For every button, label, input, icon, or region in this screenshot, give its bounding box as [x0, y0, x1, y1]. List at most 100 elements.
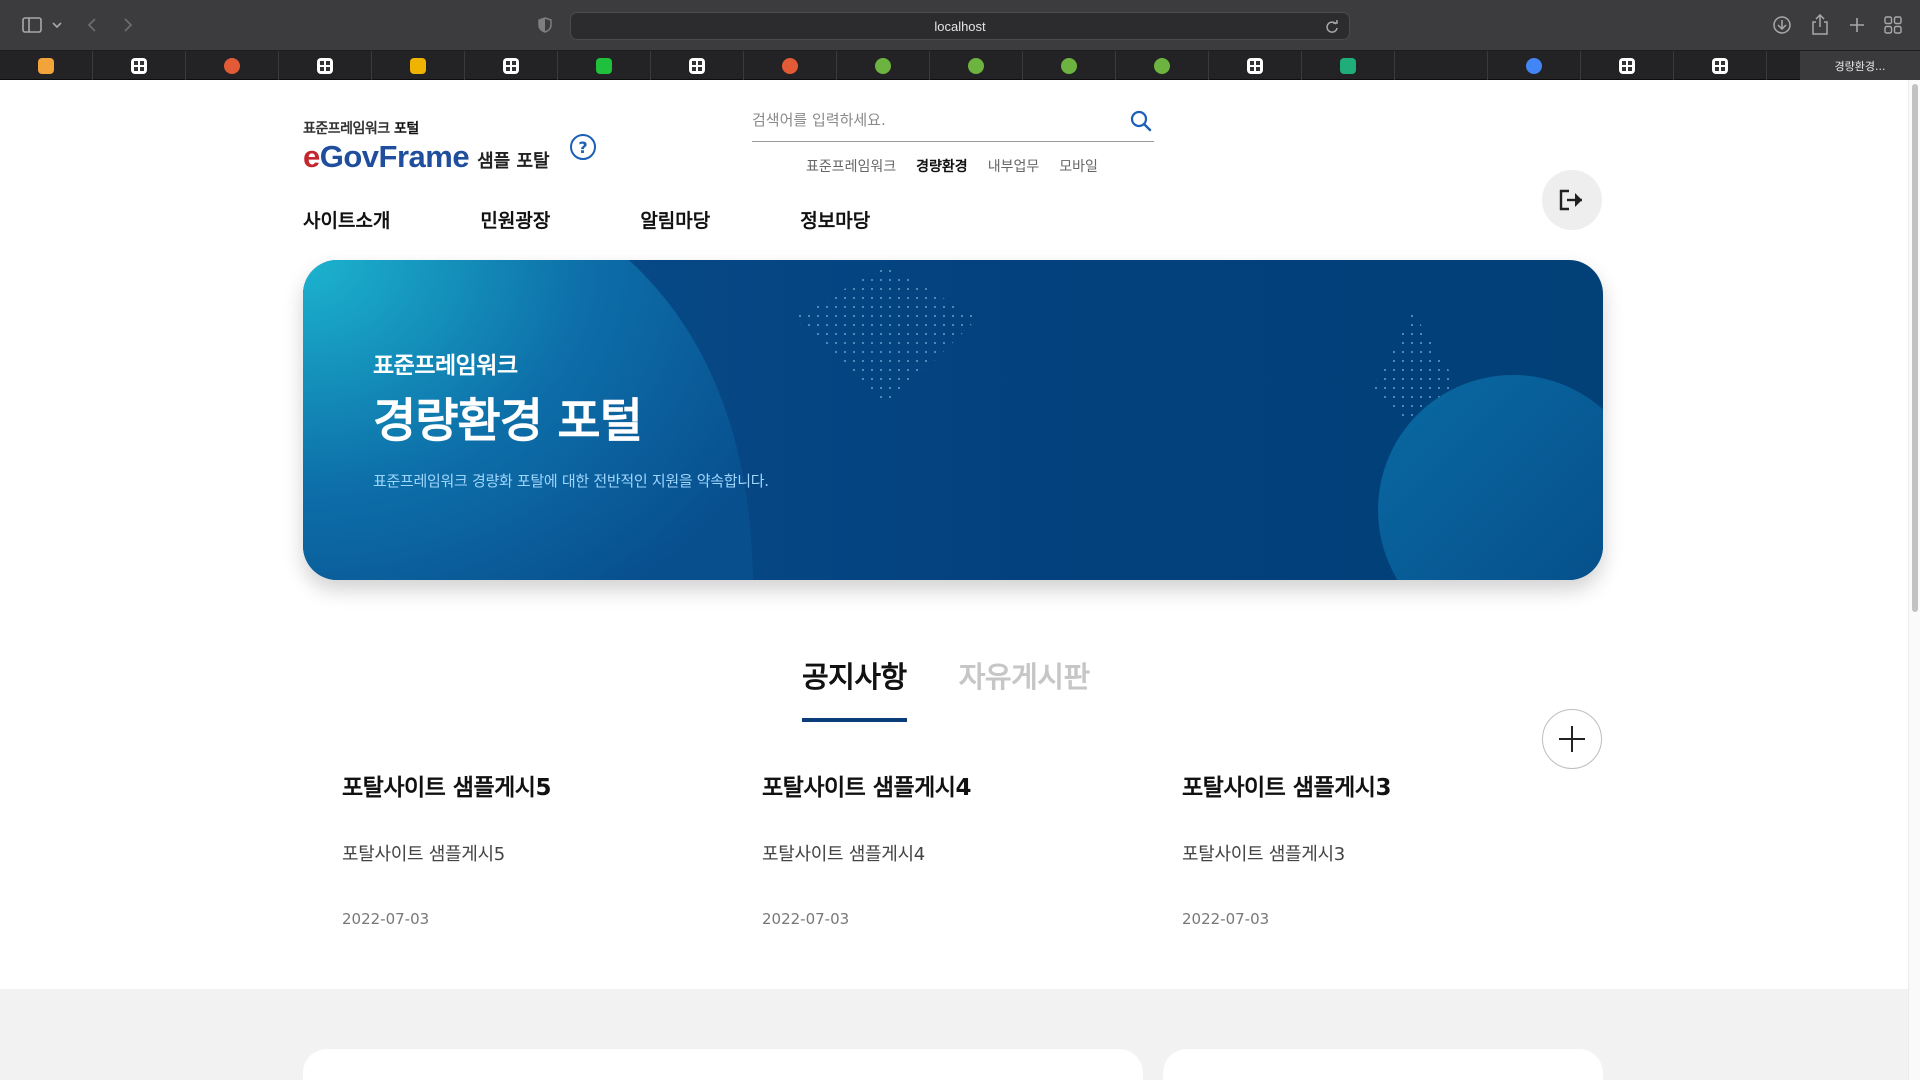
d-logo-icon: [410, 57, 426, 74]
sidebar-toggle-icon[interactable]: [20, 13, 44, 37]
post-card[interactable]: 포탈사이트 샘플게시3 포탈사이트 샘플게시3 2022-07-03: [1182, 768, 1542, 928]
gnb-item[interactable]: 알림마당: [640, 206, 710, 233]
grid-app-icon: [1712, 57, 1728, 74]
post-date: 2022-07-03: [1182, 910, 1270, 928]
page-scrollbar[interactable]: [1908, 80, 1920, 1080]
content-panel-right: [1163, 1049, 1603, 1080]
bookmark-item[interactable]: [279, 51, 372, 80]
bookmark-item[interactable]: [1302, 51, 1395, 80]
gnb-item[interactable]: 민원광장: [480, 206, 550, 233]
v-logo-icon: [1340, 57, 1356, 74]
post-body: 포탈사이트 샘플게시5: [342, 844, 505, 865]
post-title[interactable]: 포탈사이트 샘플게시3: [1182, 768, 1542, 802]
orange-square-icon: [38, 57, 54, 74]
favorites-bar: 경량환경...: [0, 51, 1920, 80]
more-button[interactable]: [1542, 709, 1602, 769]
active-tab-title: 경량환경...: [1834, 59, 1886, 73]
sub-navigation: 표준프레임워크 경량환경 내부업무 모바일: [806, 156, 1098, 176]
gnb-item[interactable]: 정보마당: [800, 206, 870, 233]
hero-description: 표준프레임워크 경량화 포탈에 대한 전반적인 지원을 약속합니다.: [373, 472, 769, 490]
scrollbar-thumb[interactable]: [1912, 84, 1918, 612]
grid-app-icon: [503, 57, 519, 74]
bookmark-item[interactable]: [930, 51, 1023, 80]
subnav-item[interactable]: 내부업무: [988, 156, 1040, 176]
new-tab-icon[interactable]: [1846, 13, 1868, 37]
bookmark-item[interactable]: [465, 51, 558, 80]
post-body: 포탈사이트 샘플게시3: [1182, 844, 1345, 865]
striped-flag-icon: [782, 57, 798, 74]
reload-icon[interactable]: [1325, 19, 1339, 38]
logout-icon: [1559, 189, 1582, 211]
search-icon[interactable]: [1130, 110, 1152, 136]
bookmark-item[interactable]: [1488, 51, 1581, 80]
bookmark-item[interactable]: [1395, 51, 1488, 80]
logo-e: e: [303, 139, 320, 174]
grid-app-icon: [689, 57, 705, 74]
address-bar[interactable]: localhost: [570, 12, 1350, 40]
search-input[interactable]: [752, 100, 1112, 140]
post-card[interactable]: 포탈사이트 샘플게시4 포탈사이트 샘플게시4 2022-07-03: [762, 768, 1122, 928]
browser-chrome: localhost 경량환경...: [0, 0, 1920, 80]
board-tab[interactable]: 공지사항: [802, 654, 907, 722]
url-text: localhost: [934, 19, 986, 34]
subnav-item[interactable]: 모바일: [1059, 156, 1098, 176]
spring-leaf-icon: [1061, 57, 1077, 74]
grid-app-icon: [317, 57, 333, 74]
post-card[interactable]: 포탈사이트 샘플게시5 포탈사이트 샘플게시5 2022-07-03: [342, 768, 702, 928]
logo-wordmark: e GovFrame 샘플 포탈: [303, 139, 550, 175]
help-icon[interactable]: ?: [570, 134, 596, 160]
gnb-item[interactable]: 사이트소개: [303, 206, 390, 233]
tab-overview-icon[interactable]: [1882, 13, 1904, 37]
share-icon[interactable]: [1809, 13, 1831, 37]
bookmark-item[interactable]: [744, 51, 837, 80]
active-tab[interactable]: 경량환경...: [1800, 51, 1920, 80]
content-panel-left: [303, 1049, 1143, 1080]
bookmark-item[interactable]: [558, 51, 651, 80]
privacy-shield-icon[interactable]: [538, 17, 552, 37]
grid-app-icon: [1619, 57, 1635, 74]
main-navigation: 사이트소개 민원광장 알림마당 정보마당: [303, 206, 870, 233]
bookmark-item[interactable]: [837, 51, 930, 80]
bookmark-item[interactable]: [1209, 51, 1302, 80]
site-logo[interactable]: 표준프레임워크 포털 e GovFrame 샘플 포탈: [303, 118, 550, 175]
board-tabs: 공지사항 자유게시판: [802, 654, 1090, 722]
logo-subtitle-bold: 포털: [394, 121, 419, 137]
post-title[interactable]: 포탈사이트 샘플게시5: [342, 768, 702, 802]
logo-tail: 샘플 포탈: [477, 151, 550, 172]
bookmark-item[interactable]: [1023, 51, 1116, 80]
bookmark-item[interactable]: [1581, 51, 1674, 80]
bookmark-item[interactable]: [372, 51, 465, 80]
download-icon[interactable]: [1771, 13, 1793, 37]
post-title[interactable]: 포탈사이트 샘플게시4: [762, 768, 1122, 802]
browser-toolbar: localhost: [0, 0, 1920, 51]
back-icon[interactable]: [82, 13, 102, 37]
bookmark-item[interactable]: [1116, 51, 1209, 80]
grid-app-icon: [131, 57, 147, 74]
page: 표준프레임워크 포털 e GovFrame 샘플 포탈 ? 표준프레임워크경량환…: [0, 80, 1908, 1080]
post-body: 포탈사이트 샘플게시4: [762, 844, 925, 865]
subnav-item[interactable]: 표준프레임워크: [806, 156, 896, 176]
bookmark-item[interactable]: [93, 51, 186, 80]
subnav-item[interactable]: 경량환경: [916, 156, 968, 176]
logo-govframe: GovFrame: [319, 139, 470, 174]
post-date: 2022-07-03: [762, 910, 850, 928]
google-g-icon: [1526, 57, 1542, 74]
bookmark-item[interactable]: [651, 51, 744, 80]
hero-banner: 표준프레임워크 경량환경 포털 표준프레임워크 경량화 포탈에 대한 전반적인 …: [303, 260, 1603, 580]
chevron-down-icon[interactable]: [50, 13, 64, 37]
logout-button[interactable]: [1542, 170, 1602, 230]
bookmark-item[interactable]: [0, 51, 93, 80]
board-tab[interactable]: 자유게시판: [959, 654, 1090, 722]
search-box: [752, 100, 1154, 142]
logo-subtitle: 표준프레임워크 포털: [303, 118, 550, 138]
forward-icon[interactable]: [118, 13, 138, 37]
bookmark-item[interactable]: [1674, 51, 1767, 80]
bookmark-item[interactable]: [186, 51, 279, 80]
logo-subtitle-prefix: 표준프레임워크: [303, 121, 390, 137]
hero-title-small: 표준프레임워크: [373, 353, 518, 379]
green-chat-icon: [596, 57, 612, 74]
plus-icon: [1559, 726, 1585, 752]
hero-title-large: 경량환경 포털: [373, 394, 643, 449]
spring-leaf-icon: [875, 57, 891, 74]
grid-app-icon: [1247, 57, 1263, 74]
